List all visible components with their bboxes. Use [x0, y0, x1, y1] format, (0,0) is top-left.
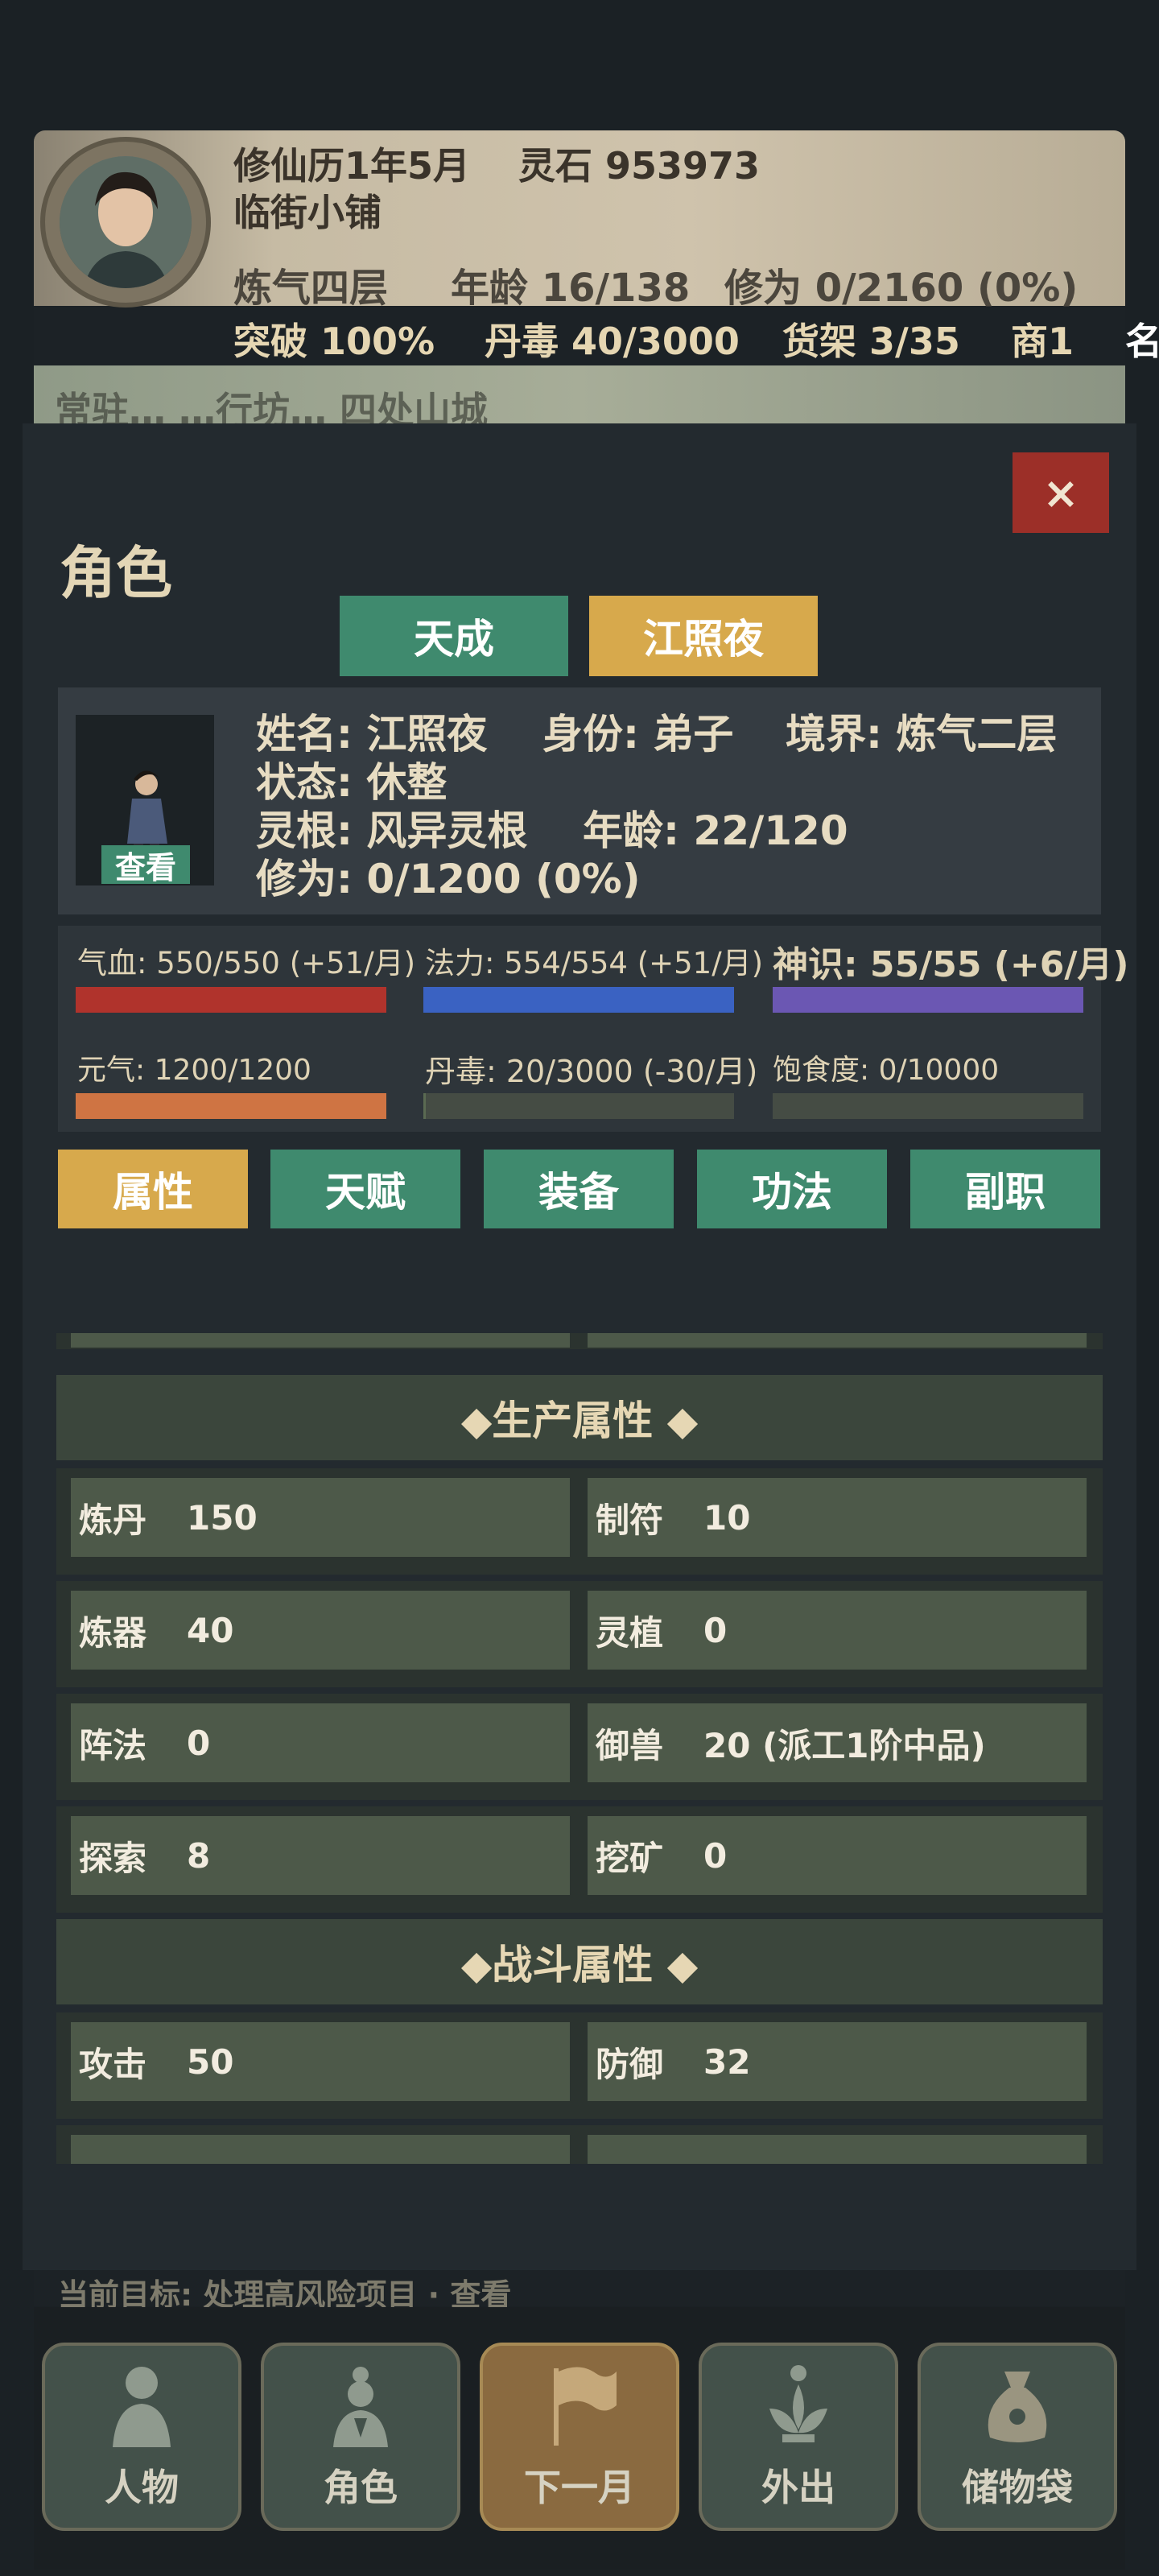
stat-label-vitality: 元气: 1200/1200: [77, 1054, 311, 1087]
merchant-text: 商1: [1011, 320, 1074, 363]
nav-label: 下一月: [524, 2466, 635, 2509]
attr-value: 20 (派工1阶中品): [703, 1725, 986, 1765]
subtab-talents[interactable]: 天赋: [270, 1150, 460, 1228]
tab-jiangzhaoye[interactable]: 江照夜: [589, 596, 818, 676]
stat-fill-hp: [76, 987, 386, 1013]
nav-outing[interactable]: 外出: [699, 2343, 898, 2531]
stat-label-mana: 法力: 554/554 (+51/月): [425, 946, 764, 980]
stat-fill-spirit: [773, 987, 1083, 1013]
list-cell: [588, 1333, 1087, 1348]
pill-toxicity-text: 丹毒 40/3000: [485, 320, 740, 363]
attr-key: 阵法: [79, 1725, 147, 1765]
attr-value: 0: [187, 1723, 211, 1763]
view-button[interactable]: 查看: [101, 845, 190, 886]
attribute-list[interactable]: ◆生产属性 ◆ 炼丹 150 制符 10 炼器 40 灵植 0 阵法 0 御兽 20 (派工…: [56, 1333, 1103, 2164]
bottom-nav: 人物 角色 下一月 外出 储物袋: [34, 2307, 1125, 2570]
attr-value: 40: [187, 1610, 234, 1650]
stat-bar-toxicity: [423, 1093, 734, 1119]
nav-character[interactable]: 角色: [261, 2343, 460, 2531]
attr-cell: 阵法 0: [71, 1703, 570, 1782]
attr-value: 8: [187, 1835, 211, 1876]
stat-bar-hp: [76, 987, 386, 1013]
stat-bar-mana: [423, 987, 734, 1013]
attr-key: 灵植: [596, 1612, 664, 1653]
avatar-portrait: [60, 156, 192, 288]
goal-strip: 当前目标: 处理高风险项目 · 查看: [34, 2270, 1125, 2313]
attr-value: 50: [187, 2041, 234, 2082]
section-header-production: ◆生产属性 ◆: [56, 1375, 1103, 1460]
stat-fill-toxicity: [423, 1093, 426, 1119]
attr-key: 炼丹: [79, 1500, 147, 1540]
attr-value: 0: [703, 1835, 728, 1876]
attr-value: 32: [703, 2041, 751, 2082]
attr-key: 挖矿: [596, 1838, 664, 1878]
attr-cell: 攻击 50: [71, 2022, 570, 2101]
subtab-equipment[interactable]: 装备: [484, 1150, 674, 1228]
person-icon: [113, 2367, 171, 2447]
stat-label-satiety: 饱食度: 0/10000: [773, 1054, 1000, 1087]
character-icon: [333, 2367, 388, 2447]
close-button[interactable]: ×: [1013, 452, 1109, 533]
modal-title: 角色: [60, 540, 172, 606]
subtab-side-jobs[interactable]: 副职: [910, 1150, 1100, 1228]
spirit-stones-text: 灵石 953973: [518, 144, 761, 188]
cultivation-text: 修为 0/2160 (0%): [724, 266, 1079, 311]
nav-next-month[interactable]: 下一月: [480, 2343, 679, 2531]
attr-cell: 炼丹 150: [71, 1478, 570, 1557]
attr-key: 炼器: [79, 1612, 147, 1653]
attr-cell: 挖矿 0: [588, 1816, 1087, 1895]
attr-cell: 御兽 20 (派工1阶中品): [588, 1703, 1087, 1782]
avatar[interactable]: [60, 156, 192, 288]
attr-key: 御兽: [596, 1725, 664, 1765]
calendar-text: 修仙历1年5月: [233, 144, 471, 188]
char-cultivation: 修为: 0/1200 (0%): [256, 856, 641, 902]
char-realm: 境界: 炼气二层: [786, 711, 1058, 758]
attr-cell: 防御 32: [588, 2022, 1087, 2101]
realm-text: 炼气四层: [233, 266, 389, 311]
shop-name: 临街小铺: [233, 191, 382, 234]
lotus-icon: [769, 2365, 827, 2442]
stat-fill-mana: [423, 987, 734, 1013]
nav-person[interactable]: 人物: [42, 2343, 241, 2531]
attr-cell: 探索 8: [71, 1816, 570, 1895]
attr-key: 制符: [596, 1500, 664, 1540]
attr-cell: 炼器 40: [71, 1591, 570, 1670]
list-cell: [71, 2135, 570, 2164]
nav-label: 外出: [761, 2466, 835, 2509]
stat-fill-vitality: [76, 1093, 386, 1119]
tab-tiancheng[interactable]: 天成: [340, 596, 568, 676]
stat-label-hp: 气血: 550/550 (+51/月): [77, 946, 416, 980]
attr-cell: 灵植 0: [588, 1591, 1087, 1670]
nav-label: 人物: [105, 2466, 179, 2509]
nav-label: 角色: [324, 2466, 398, 2509]
section-header-combat: ◆战斗属性 ◆: [56, 1919, 1103, 2004]
list-cell: [71, 1333, 570, 1348]
map-strip: 常驻… …行坊… 四处山城: [34, 365, 1125, 432]
attr-value: 0: [703, 1610, 728, 1650]
list-cell: [588, 2135, 1087, 2164]
attr-cell: 制符 10: [588, 1478, 1087, 1557]
flag-icon: [554, 2367, 617, 2446]
shelves-text: 货架 3/35: [782, 320, 960, 363]
attr-key: 探索: [79, 1838, 147, 1878]
bag-icon: [988, 2372, 1047, 2442]
attr-value: 150: [187, 1497, 258, 1538]
char-identity: 身份: 弟子: [542, 711, 734, 758]
stat-label-toxicity: 丹毒: 20/3000 (-30/月): [425, 1054, 758, 1089]
overflow-text: 名: [1125, 320, 1159, 363]
stat-bar-vitality: [76, 1093, 386, 1119]
nav-storage-bag[interactable]: 储物袋: [918, 2343, 1117, 2531]
nav-label: 储物袋: [962, 2466, 1073, 2509]
attr-key: 防御: [596, 2044, 664, 2084]
stat-bar-spirit: [773, 987, 1083, 1013]
age-text: 年龄 16/138: [451, 266, 691, 311]
attr-value: 10: [703, 1497, 751, 1538]
attr-key: 攻击: [79, 2044, 147, 2084]
subtab-attributes[interactable]: 属性: [58, 1150, 248, 1228]
stat-label-spirit: 神识: 55/55 (+6/月): [773, 944, 1129, 985]
stat-bar-satiety: [773, 1093, 1083, 1119]
breakthrough-text: 突破 100%: [233, 320, 435, 363]
subtab-techniques[interactable]: 功法: [697, 1150, 887, 1228]
